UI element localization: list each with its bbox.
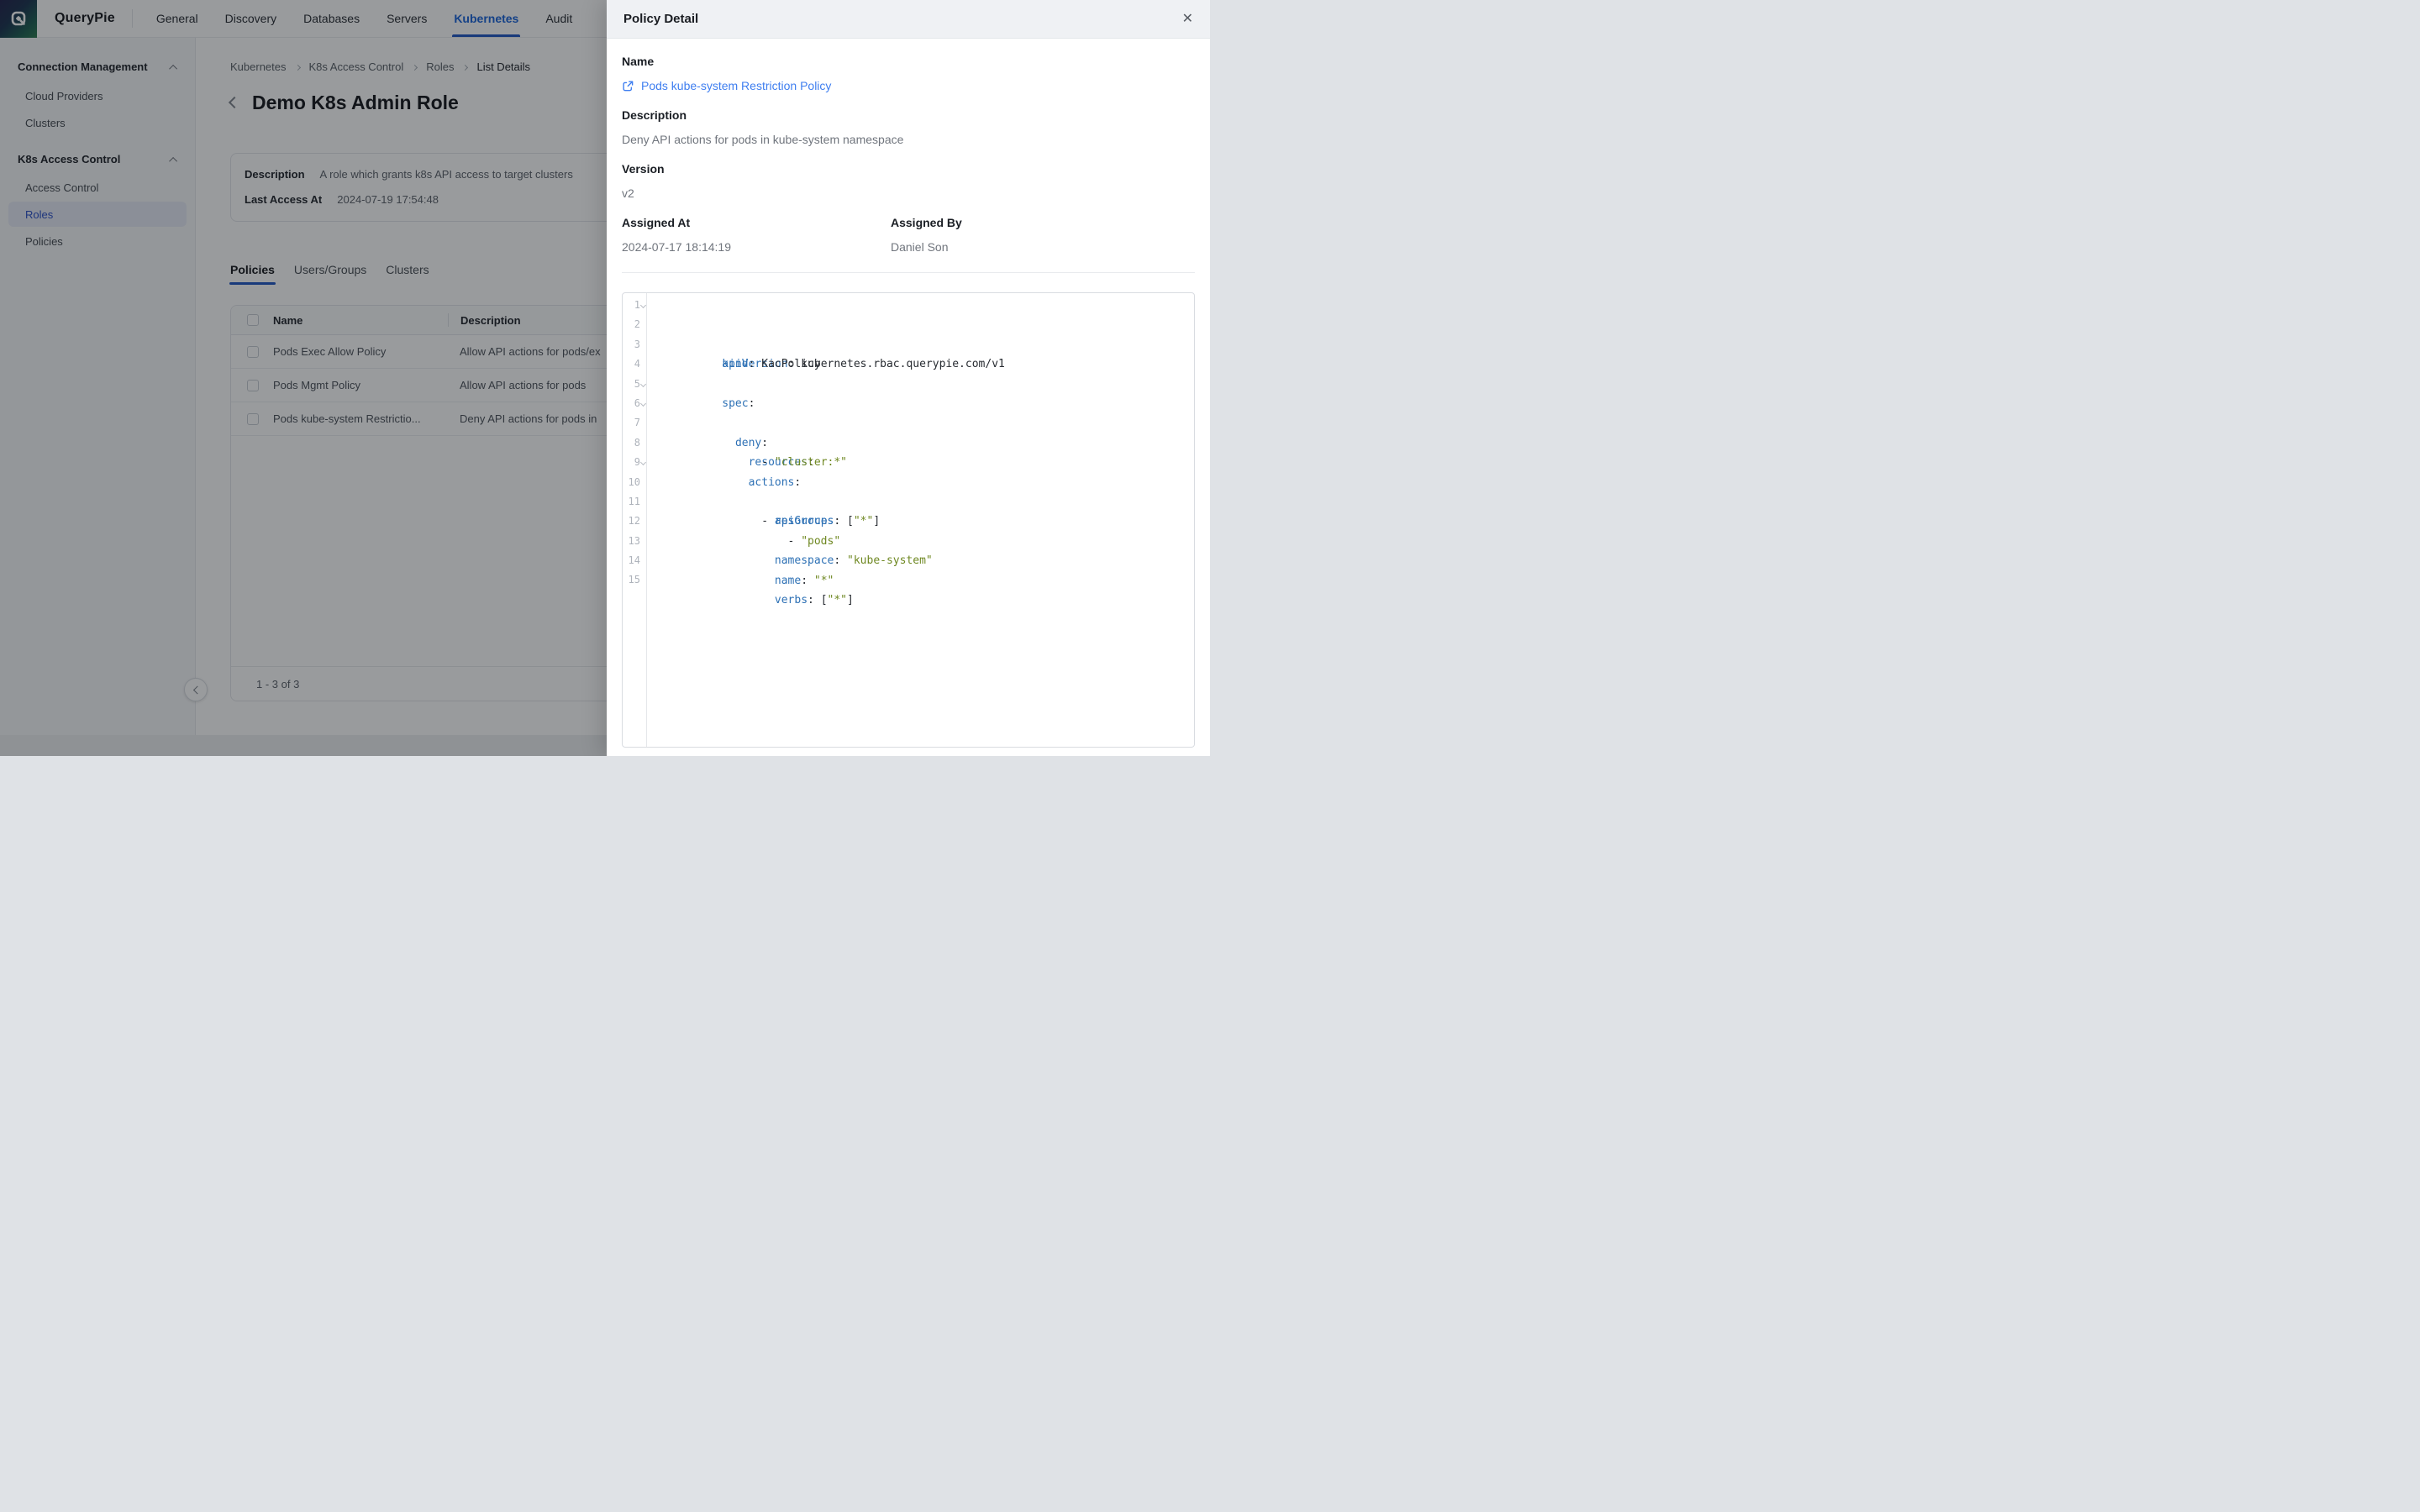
field-version-label: Version	[622, 161, 1195, 176]
code-line: 9 - apiGroups: ["*"]	[623, 453, 1194, 472]
line-number: 13	[623, 532, 640, 551]
field-version-value: v2	[622, 186, 1195, 201]
code-token: : [	[808, 594, 827, 606]
fold-arrow-icon[interactable]	[640, 401, 646, 407]
panel-divider	[622, 272, 1195, 273]
drawer-header: Policy Detail ✕	[607, 0, 1210, 39]
code-token: verbs	[775, 594, 808, 606]
code-line: 11 - "pods"	[623, 492, 1194, 512]
fold-arrow-icon[interactable]	[640, 302, 646, 308]
line-number: 8	[623, 433, 640, 453]
code-token	[722, 594, 775, 606]
drawer-body: Name Pods kube-system Restriction Policy…	[607, 54, 1210, 748]
code-line: 1 apiVersion: kubernetes.rbac.querypie.c…	[623, 296, 1194, 315]
policy-detail-drawer: Policy Detail ✕ Name Pods kube-system Re…	[607, 0, 1210, 756]
code-line: 7 - "cluster:*"	[623, 413, 1194, 433]
line-number: 3	[623, 335, 640, 354]
code-line: 12 namespace: "kube-system"	[623, 512, 1194, 531]
assigned-at-value: 2024-07-17 18:14:19	[622, 239, 891, 255]
line-number: 7	[623, 413, 640, 433]
line-number: 12	[623, 512, 640, 531]
field-name-label: Name	[622, 54, 1195, 69]
code-line: 15	[623, 570, 1194, 590]
code-line: 8 actions:	[623, 433, 1194, 453]
assigned-by-label: Assigned By	[891, 215, 1195, 230]
line-number: 4	[623, 354, 640, 374]
code-line: 5 deny:	[623, 375, 1194, 394]
drawer-title: Policy Detail	[623, 12, 698, 26]
code-token: "*"	[828, 594, 847, 606]
line-number: 10	[623, 473, 640, 492]
fold-arrow-icon[interactable]	[640, 381, 646, 387]
policy-name-link-text: Pods kube-system Restriction Policy	[641, 78, 831, 93]
line-number: 14	[623, 551, 640, 570]
assigned-at-column: Assigned At 2024-07-17 18:14:19	[622, 201, 891, 255]
line-number: 9	[623, 453, 640, 472]
code-line: 3	[623, 335, 1194, 354]
assigned-at-label: Assigned At	[622, 215, 891, 230]
external-link-icon	[622, 80, 634, 92]
code-line: 6 resources:	[623, 394, 1194, 413]
fold-arrow-icon[interactable]	[640, 459, 646, 465]
code-line: 10 resources:	[623, 473, 1194, 492]
assigned-by-value: Daniel Son	[891, 239, 1195, 255]
line-number: 15	[623, 570, 640, 590]
field-description-value: Deny API actions for pods in kube-system…	[622, 132, 1195, 147]
line-number: 11	[623, 492, 640, 512]
app-window: QueryPie General Discovery Databases Ser…	[0, 0, 1210, 756]
line-number: 6	[623, 394, 640, 413]
close-icon[interactable]: ✕	[1182, 13, 1193, 26]
code-line: 13 name: "*"	[623, 532, 1194, 551]
line-number: 2	[623, 315, 640, 334]
field-description-label: Description	[622, 108, 1195, 123]
code-line: 4 spec:	[623, 354, 1194, 374]
policy-name-link[interactable]: Pods kube-system Restriction Policy	[622, 78, 1195, 93]
assigned-grid: Assigned At 2024-07-17 18:14:19 Assigned…	[622, 201, 1195, 255]
code-line: 14 verbs: ["*"]	[623, 551, 1194, 570]
code-token: ]	[847, 594, 854, 606]
yaml-editor[interactable]: 1 apiVersion: kubernetes.rbac.querypie.c…	[622, 292, 1195, 748]
line-number: 1	[623, 296, 640, 315]
assigned-by-column: Assigned By Daniel Son	[891, 201, 1195, 255]
code-line: 2 kind: KacPolicy	[623, 315, 1194, 334]
line-number: 5	[623, 375, 640, 394]
